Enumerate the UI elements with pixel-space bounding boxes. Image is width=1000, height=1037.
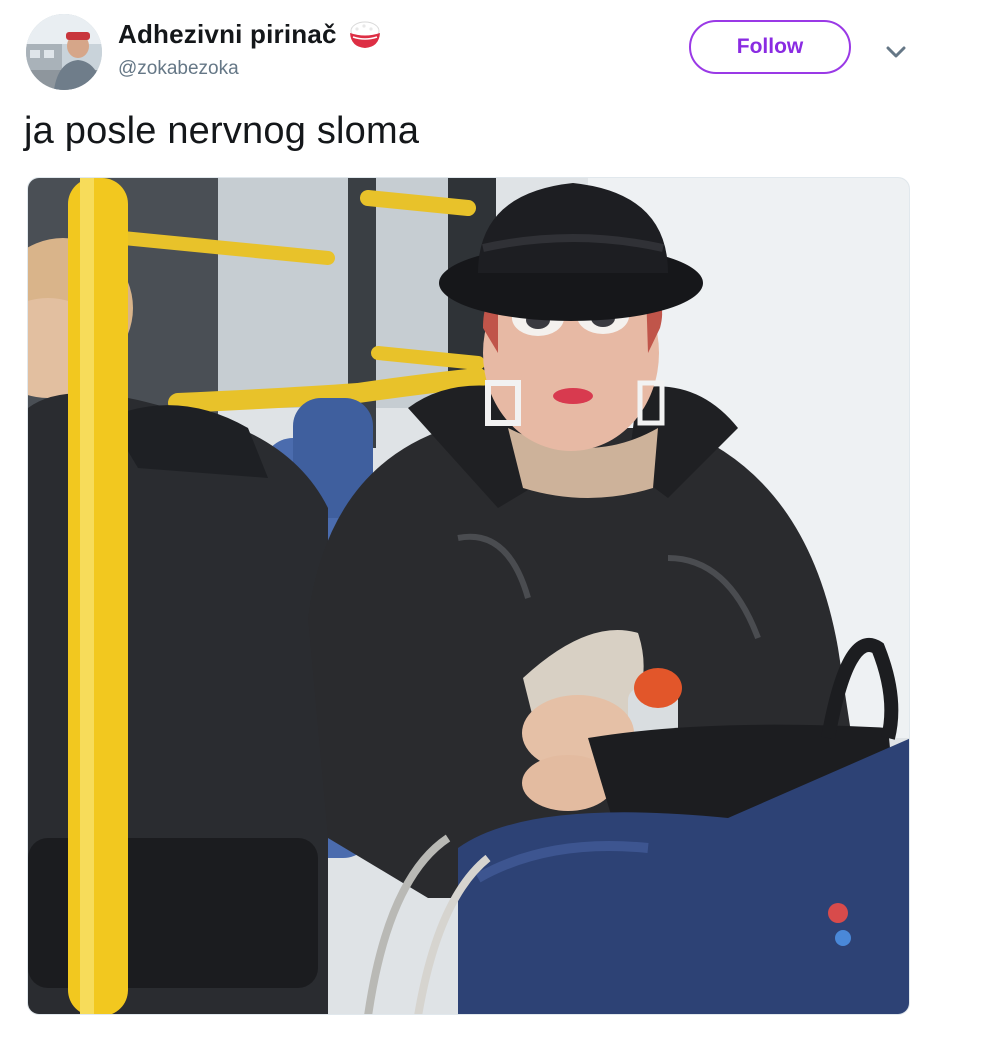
display-name-row: Adhezivni pirinač	[118, 16, 383, 52]
follow-button[interactable]: Follow	[689, 20, 851, 74]
avatar-photo	[26, 14, 102, 90]
tweet-text: ja posle nervnog sloma	[24, 110, 420, 152]
bus-photo	[28, 178, 909, 1014]
rice-bowl-icon	[347, 16, 383, 52]
chevron-down-icon[interactable]	[880, 36, 912, 68]
user-handle[interactable]: @zokabezoka	[118, 58, 383, 80]
avatar[interactable]	[26, 14, 102, 90]
tweet-card: Adhezivni pirinač @zokabezoka Follow ja …	[0, 0, 1000, 1037]
display-name[interactable]: Adhezivni pirinač	[118, 19, 337, 50]
tweet-author[interactable]: Adhezivni pirinač @zokabezoka	[118, 16, 383, 80]
tweet-media-photo[interactable]	[27, 177, 910, 1015]
